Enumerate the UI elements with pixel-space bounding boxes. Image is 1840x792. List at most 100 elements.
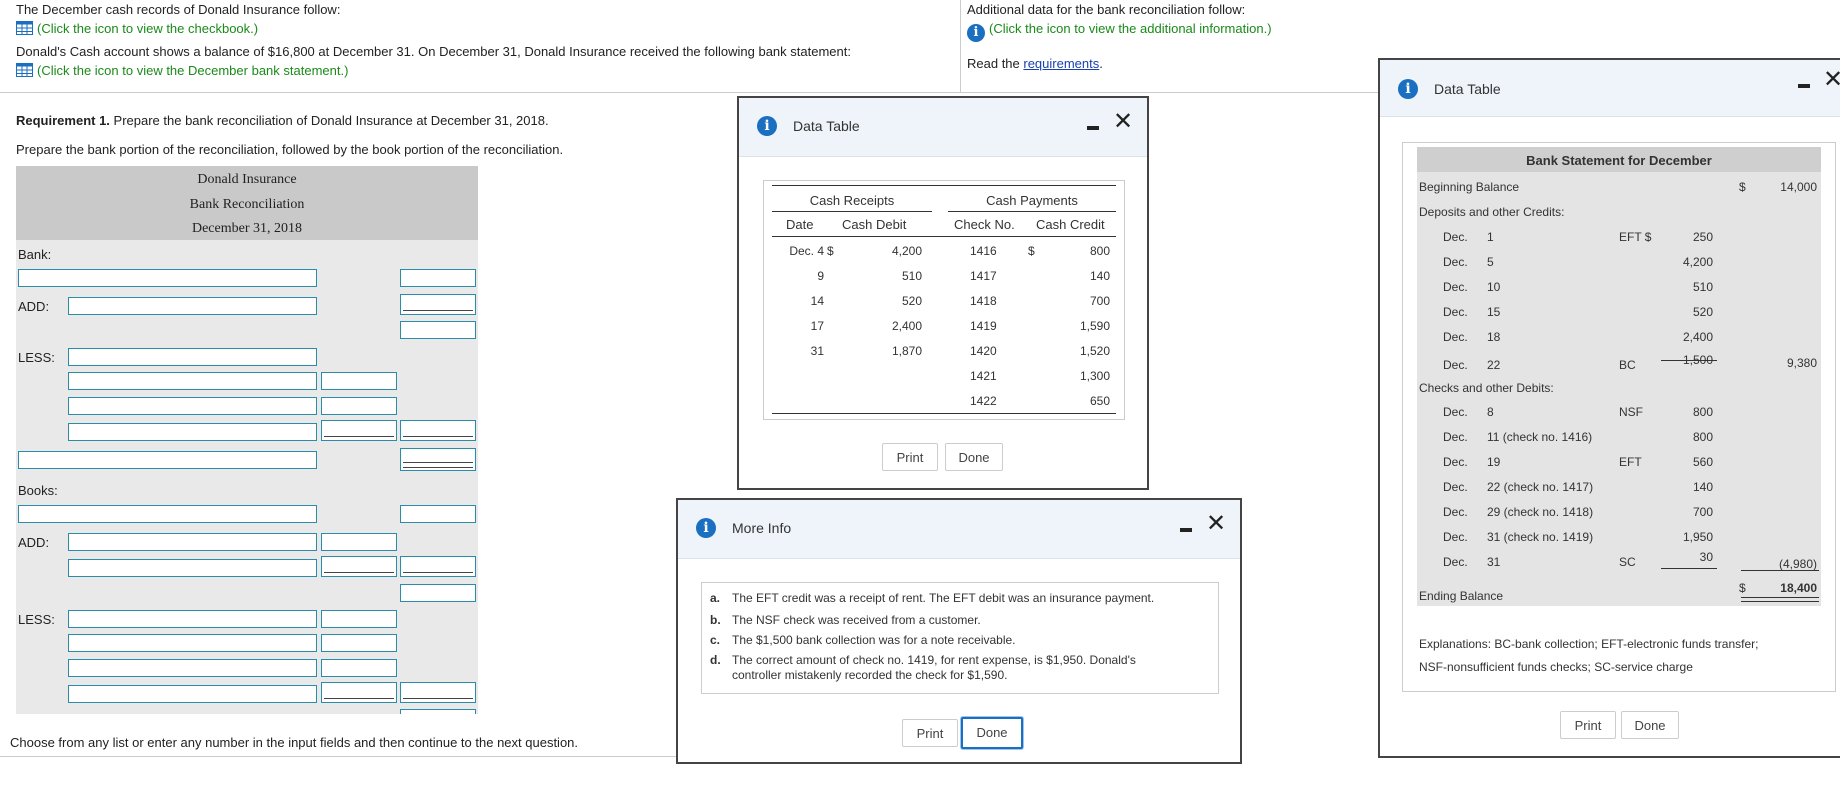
payment-amount: 800 <box>1089 244 1110 258</box>
book-balance-amount[interactable] <box>400 505 476 523</box>
minimize-icon[interactable] <box>1087 126 1099 130</box>
close-icon[interactable]: ✕ <box>1823 68 1840 92</box>
book-balance-description[interactable] <box>18 505 317 523</box>
books-less-description-2[interactable] <box>68 634 317 652</box>
dialog-title: Data Table <box>793 118 860 134</box>
statement-month: Dec. <box>1443 305 1468 319</box>
books-less-amount-4[interactable] <box>321 682 397 703</box>
list-item: The $1,500 bank collection was for a not… <box>732 633 1016 647</box>
books-less-total[interactable] <box>400 682 476 703</box>
additional-data-text: Additional data for the bank reconciliat… <box>967 2 1246 17</box>
statement-header: Bank Statement for December <box>1526 153 1712 168</box>
receipt-date: Dec. 4 <box>789 244 824 258</box>
statement-amount: 140 <box>1692 480 1713 494</box>
books-less-description-1[interactable] <box>68 610 317 628</box>
col-cash-credit-header: Cash Credit <box>1036 217 1105 232</box>
bank-add-amount[interactable] <box>400 294 476 315</box>
receipt-amount: 510 <box>901 269 922 283</box>
books-add-description-1[interactable] <box>68 533 317 551</box>
statement-day: 22 (check no. 1417) <box>1487 480 1594 494</box>
header-divider <box>960 0 961 92</box>
books-less-description-3[interactable] <box>68 659 317 677</box>
minimize-icon[interactable] <box>1798 84 1810 88</box>
bank-adjusted-balance-label[interactable] <box>18 451 317 469</box>
minimize-icon[interactable] <box>1180 528 1192 532</box>
bank-statement-dialog: i Data Table ✕ Bank Statement for Decemb… <box>1378 58 1840 758</box>
dialog-title: Data Table <box>1434 81 1501 97</box>
statement-amount: 1,950 <box>1682 530 1713 544</box>
table-bottom-rule <box>772 413 1116 414</box>
bank-balance-description[interactable] <box>18 269 317 287</box>
read-suffix: . <box>1099 56 1103 71</box>
additional-info-link[interactable]: i (Click the icon to view the additional … <box>967 21 1272 42</box>
statement-month: Dec. <box>1443 505 1468 519</box>
books-add-total[interactable] <box>400 556 476 577</box>
additional-info-link-text[interactable]: (Click the icon to view the additional i… <box>989 21 1272 36</box>
bank-balance-amount[interactable] <box>400 269 476 287</box>
books-less-description-4[interactable] <box>68 685 317 703</box>
books-less-amount-1[interactable] <box>321 610 397 628</box>
books-less-amount-3[interactable] <box>321 659 397 677</box>
info-icon: i <box>1398 79 1418 99</box>
bank-add-label: ADD: <box>18 299 50 314</box>
statement-day: 31 <box>1487 555 1501 569</box>
payment-check-no: 1420 <box>970 344 997 358</box>
close-icon[interactable]: ✕ <box>1113 110 1133 134</box>
statement-day: 1 <box>1487 230 1494 244</box>
bank-less-description-4[interactable] <box>68 423 317 441</box>
statement-link[interactable]: (Click the icon to view the December ban… <box>16 63 348 78</box>
explanations-line-2: NSF-nonsufficient funds checks; SC-servi… <box>1419 660 1693 674</box>
payment-amount: 1,520 <box>1079 344 1110 358</box>
statement-day: 5 <box>1487 255 1494 269</box>
dialog-titlebar: i Data Table ✕ <box>739 98 1147 157</box>
books-add-description-2[interactable] <box>68 559 317 577</box>
books-adjusted-balance[interactable] <box>400 709 476 714</box>
print-button[interactable]: Print <box>902 719 958 747</box>
checks-total-rule <box>1741 570 1819 571</box>
bank-less-description-3[interactable] <box>68 397 317 415</box>
bank-less-total[interactable] <box>400 420 476 441</box>
close-icon[interactable]: ✕ <box>1206 512 1226 536</box>
beginning-balance-currency: $ <box>1739 180 1746 194</box>
books-add-amount-2[interactable] <box>321 556 397 577</box>
done-button[interactable]: Done <box>1621 711 1679 739</box>
table-icon[interactable] <box>16 63 33 77</box>
checkbook-data-table-dialog: i Data Table ✕ Cash Receipts Cash Paymen… <box>737 96 1149 490</box>
info-icon[interactable]: i <box>967 24 985 42</box>
list-item-letter: a. <box>710 591 721 605</box>
receipt-amount: 2,400 <box>891 319 922 333</box>
list-item-letter: b. <box>710 613 721 627</box>
bank-less-amount-3[interactable] <box>321 397 397 415</box>
receipt-date: 9 <box>817 269 824 283</box>
bank-less-description-1[interactable] <box>68 348 317 366</box>
books-subtotal[interactable] <box>400 584 476 602</box>
bank-add-description[interactable] <box>68 297 317 315</box>
requirement-subtext: Prepare the bank portion of the reconcil… <box>16 142 564 157</box>
bank-adjusted-balance[interactable] <box>400 448 476 471</box>
requirements-link[interactable]: requirements <box>1023 56 1099 71</box>
books-less-amount-2[interactable] <box>321 634 397 652</box>
books-add-amount-1[interactable] <box>321 533 397 551</box>
checkbook-link-text[interactable]: (Click the icon to view the checkbook.) <box>37 21 258 36</box>
bank-less-description-2[interactable] <box>68 372 317 390</box>
receipts-header-rule <box>772 211 932 212</box>
more-info-dialog: i More Info ✕ a. The EFT credit was a re… <box>676 498 1242 764</box>
payment-check-no: 1421 <box>970 369 997 383</box>
worksheet-header: Donald Insurance Bank Reconciliation Dec… <box>16 166 478 240</box>
statement-link-text[interactable]: (Click the icon to view the December ban… <box>37 63 348 78</box>
checkbook-link[interactable]: (Click the icon to view the checkbook.) <box>16 21 258 36</box>
payment-currency: $ <box>1028 244 1035 258</box>
bank-less-amount-4[interactable] <box>321 420 397 441</box>
done-button[interactable]: Done <box>961 717 1023 749</box>
bank-less-label: LESS: <box>18 350 55 365</box>
bank-less-amount-2[interactable] <box>321 372 397 390</box>
done-button[interactable]: Done <box>945 443 1003 471</box>
print-button[interactable]: Print <box>882 443 938 471</box>
cash-receipts-header: Cash Receipts <box>809 193 895 208</box>
bank-adjusted-subtotal[interactable] <box>400 321 476 339</box>
col-cash-debit-header: Cash Debit <box>842 217 907 232</box>
table-icon[interactable] <box>16 21 33 35</box>
print-button[interactable]: Print <box>1560 711 1616 739</box>
statement-day: 29 (check no. 1418) <box>1487 505 1594 519</box>
statement-amount: 700 <box>1692 505 1713 519</box>
